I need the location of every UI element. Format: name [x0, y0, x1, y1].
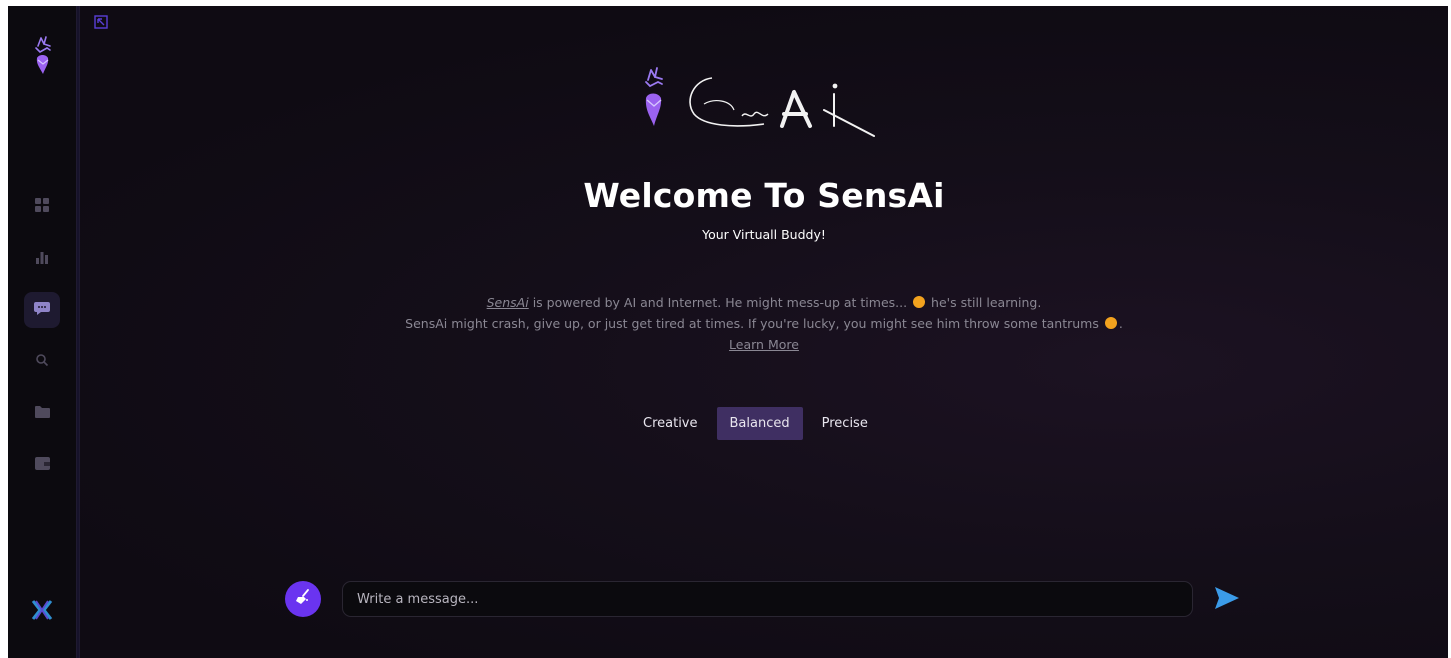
sidebar-item-chat[interactable] — [24, 292, 60, 328]
message-input[interactable] — [342, 581, 1193, 617]
sidebar-item-search[interactable] — [24, 343, 60, 379]
sensai-logo — [634, 64, 894, 150]
main-chat-area: Welcome To SensAi Your Virtuall Buddy! S… — [80, 6, 1448, 658]
upside-down-face-emoji — [913, 296, 926, 308]
mode-creative-button[interactable]: Creative — [630, 407, 711, 440]
bar-chart-icon — [35, 249, 49, 268]
x-logo-icon[interactable] — [30, 598, 54, 622]
sidebar — [8, 6, 76, 658]
send-icon — [1213, 587, 1241, 615]
learn-more-link[interactable]: Learn More — [729, 337, 799, 352]
mode-precise-button[interactable]: Precise — [809, 407, 881, 440]
folder-icon — [34, 403, 50, 422]
chat-bubble-icon — [34, 301, 50, 320]
search-icon — [35, 352, 49, 371]
info-text: SensAi is powered by AI and Internet. He… — [80, 292, 1448, 355]
new-topic-button[interactable] — [285, 581, 321, 617]
sidebar-item-dashboard[interactable] — [24, 188, 60, 224]
brand-link[interactable]: SensAi — [487, 295, 529, 310]
send-button[interactable] — [1213, 585, 1241, 611]
grid-icon — [35, 197, 49, 216]
page-subtitle: Your Virtuall Buddy! — [702, 227, 826, 242]
app-window: Welcome To SensAi Your Virtuall Buddy! S… — [8, 6, 1448, 658]
info-line-2: SensAi might crash, give up, or just get… — [405, 316, 1123, 331]
sidebar-item-analytics[interactable] — [24, 240, 60, 276]
wallet-icon — [34, 455, 50, 474]
broom-icon — [294, 588, 312, 610]
conversation-style-selector: Creative Balanced Precise — [630, 407, 881, 440]
grinning-face-emoji — [1104, 317, 1117, 329]
page-title: Welcome To SensAi — [583, 176, 945, 215]
sidebar-item-files[interactable] — [24, 394, 60, 430]
sidebar-item-wallet[interactable] — [24, 446, 60, 482]
app-logo-icon — [28, 34, 56, 80]
info-line-1: SensAi is powered by AI and Internet. He… — [486, 295, 1042, 310]
mode-balanced-button[interactable]: Balanced — [716, 407, 803, 440]
